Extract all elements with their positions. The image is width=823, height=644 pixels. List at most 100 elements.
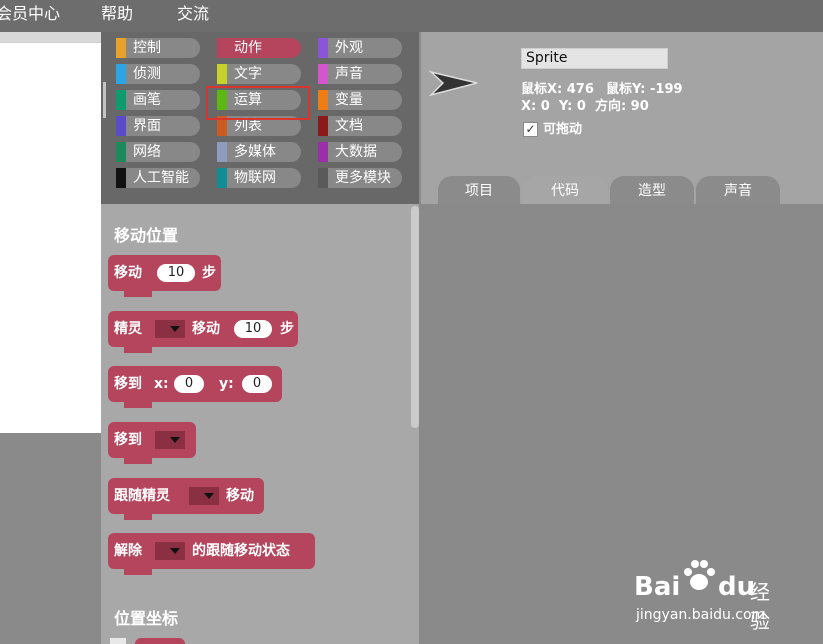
block-follow-sprite[interactable]: 跟随精灵 移动 <box>108 478 264 520</box>
block-goto-xy[interactable]: 移到 x: 0 y: 0 <box>108 366 282 408</box>
category-color-swatch <box>318 116 328 136</box>
block-sprite-move-steps[interactable]: 精灵 移动 10 步 <box>108 311 298 353</box>
block-unfollow[interactable]: 解除 的跟随移动状态 <box>108 533 315 575</box>
category-network[interactable]: 网络 <box>116 142 200 162</box>
category-multimedia[interactable]: 多媒体 <box>217 142 301 162</box>
category-pen[interactable]: 画笔 <box>116 90 200 110</box>
category-text[interactable]: 文字 <box>217 64 301 84</box>
checkbox[interactable] <box>110 638 126 644</box>
category-label: 控制 <box>133 40 161 56</box>
category-looks[interactable]: 外观 <box>318 38 402 58</box>
category-color-swatch <box>217 64 227 84</box>
category-documents[interactable]: 文档 <box>318 116 402 136</box>
block-notch <box>124 458 152 464</box>
stage-header <box>0 32 101 42</box>
block-move-steps[interactable]: 移动 10 步 <box>108 255 221 297</box>
category-label: 界面 <box>133 118 161 134</box>
mouse-x-readout: 鼠标X: 476 <box>521 82 594 97</box>
paw-icon <box>684 560 715 590</box>
category-label: 侦测 <box>133 66 161 82</box>
category-color-swatch <box>116 38 126 58</box>
category-color-swatch <box>318 90 328 110</box>
category-label: 文字 <box>234 66 262 82</box>
category-color-swatch <box>318 64 328 84</box>
tab-code[interactable]: 代码 <box>522 176 608 204</box>
sprite-dropdown[interactable] <box>189 487 219 505</box>
category-motion[interactable]: 动作 <box>217 38 301 58</box>
stage-canvas[interactable] <box>0 42 101 433</box>
draggable-label: 可拖动 <box>543 122 583 137</box>
palette-scrollbar[interactable] <box>411 206 419 428</box>
category-color-swatch <box>217 142 227 162</box>
category-sensing[interactable]: 侦测 <box>116 64 200 84</box>
category-label: 外观 <box>335 40 363 56</box>
category-interface[interactable]: 界面 <box>116 116 200 136</box>
watermark-url: jingyan.baidu.com <box>636 607 766 623</box>
block-label: 解除 <box>114 543 142 559</box>
highlight-box <box>206 86 310 120</box>
category-label: 大数据 <box>335 144 377 160</box>
category-control[interactable]: 控制 <box>116 38 200 58</box>
sprite-dropdown[interactable] <box>155 542 185 560</box>
y-input[interactable]: 0 <box>242 375 272 393</box>
menu-help[interactable]: 帮助 <box>101 3 133 25</box>
category-label: 网络 <box>133 144 161 160</box>
category-scrollbar[interactable] <box>103 82 106 118</box>
section-title-coords: 位置坐标 <box>114 609 179 628</box>
block-notch <box>124 402 152 408</box>
block-notch <box>124 514 152 520</box>
sprite-dropdown[interactable] <box>155 320 185 338</box>
block-label: 移动 <box>114 265 142 281</box>
block-notch <box>124 569 152 575</box>
block-steps-input[interactable]: 10 <box>234 320 272 338</box>
category-label: 更多模块 <box>335 170 391 186</box>
sprite-name-input[interactable]: Sprite <box>521 48 668 69</box>
category-ai[interactable]: 人工智能 <box>116 168 200 188</box>
block-label-y: y: <box>219 376 234 392</box>
block-partial[interactable] <box>135 638 185 644</box>
category-label: 物联网 <box>234 170 276 186</box>
x-input[interactable]: 0 <box>174 375 204 393</box>
block-label: 的跟随移动状态 <box>192 543 290 559</box>
category-color-swatch <box>318 38 328 58</box>
menu-community[interactable]: 交流 <box>177 3 209 25</box>
category-label: 变量 <box>335 92 363 108</box>
watermark-brand: Bai <box>634 572 681 602</box>
category-iot[interactable]: 物联网 <box>217 168 301 188</box>
category-variables[interactable]: 变量 <box>318 90 402 110</box>
category-label: 声音 <box>335 66 363 82</box>
tab-sound[interactable]: 声音 <box>696 176 780 204</box>
category-color-swatch <box>116 90 126 110</box>
tab-costume[interactable]: 造型 <box>610 176 694 204</box>
block-label: 移动 <box>226 488 254 504</box>
sprite-position-readout: X: 0 Y: 0 方向: 90 <box>521 99 649 114</box>
category-more-modules[interactable]: 更多模块 <box>318 168 402 188</box>
category-label: 多媒体 <box>234 144 276 160</box>
category-sound[interactable]: 声音 <box>318 64 402 84</box>
block-label: 步 <box>280 321 294 337</box>
block-label: 移到 <box>114 376 142 392</box>
category-color-swatch <box>116 116 126 136</box>
target-dropdown[interactable] <box>155 431 185 449</box>
category-big-data[interactable]: 大数据 <box>318 142 402 162</box>
category-label: 动作 <box>234 40 262 56</box>
draggable-checkbox[interactable]: ✓ <box>523 122 538 137</box>
category-color-swatch <box>318 168 328 188</box>
block-label: 移到 <box>114 432 142 448</box>
category-color-swatch <box>217 168 227 188</box>
category-label: 列表 <box>234 118 262 134</box>
mouse-y-readout: 鼠标Y: -199 <box>606 82 683 97</box>
category-label: 文档 <box>335 118 363 134</box>
sprite-arrow-icon[interactable] <box>429 70 479 98</box>
block-steps-input[interactable]: 10 <box>157 264 195 282</box>
category-color-swatch <box>318 142 328 162</box>
block-notch <box>124 347 152 353</box>
category-color-swatch <box>116 168 126 188</box>
tab-project[interactable]: 项目 <box>438 176 520 204</box>
category-color-swatch <box>116 142 126 162</box>
watermark-brand-jingyan: 经验 <box>750 580 770 633</box>
category-label: 人工智能 <box>133 170 189 186</box>
block-goto[interactable]: 移到 <box>108 422 196 464</box>
block-label-x: x: <box>154 376 169 392</box>
menu-member-center[interactable]: 会员中心 <box>0 3 60 25</box>
